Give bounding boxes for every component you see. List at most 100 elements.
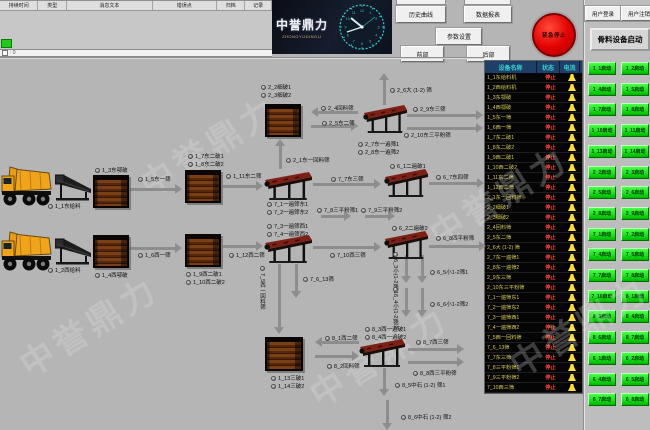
status-dot-icon xyxy=(267,224,272,229)
start-button[interactable]: 6_7启动 xyxy=(588,393,616,406)
ammeter-icon[interactable] xyxy=(568,254,576,261)
jaw-crusher-box[interactable] xyxy=(185,170,221,203)
equipment-label-text: 7_5西一回料筛 xyxy=(258,273,266,310)
start-button[interactable]: 6_5启动 xyxy=(621,373,649,386)
belt-conveyor[interactable] xyxy=(263,234,313,262)
aggregate-start-title: 骨料设备启动 xyxy=(590,28,650,51)
ammeter-icon[interactable] xyxy=(568,274,576,281)
start-button[interactable]: 6_4启动 xyxy=(588,373,616,386)
flow-arrow xyxy=(274,264,284,334)
status-dot-icon xyxy=(267,202,272,207)
status-dot-icon xyxy=(365,335,370,340)
partial-button[interactable] xyxy=(464,0,511,5)
start-button[interactable]: 1_4启动 xyxy=(588,83,616,96)
equipment-label: 1_12西二筛 xyxy=(229,251,265,259)
start-button[interactable]: 2_6启动 xyxy=(621,186,649,199)
ammeter-icon[interactable] xyxy=(568,94,576,101)
data-report-button[interactable]: 数据报表 xyxy=(464,6,512,23)
ammeter-icon[interactable] xyxy=(568,284,576,291)
device-row: 1_1东给料机停止 xyxy=(485,73,582,83)
ammeter-icon[interactable] xyxy=(568,84,576,91)
ammeter-icon[interactable] xyxy=(568,114,576,121)
ammeter-icon[interactable] xyxy=(568,144,576,151)
front-section-button[interactable]: 前部 xyxy=(401,46,444,62)
start-button[interactable]: 6_8启动 xyxy=(621,393,649,406)
device-status: 停止 xyxy=(539,114,562,121)
divider xyxy=(0,57,484,58)
ammeter-icon[interactable] xyxy=(568,194,576,201)
flow-arrow xyxy=(429,241,486,251)
status-dot-icon xyxy=(358,142,363,147)
jaw-crusher-box[interactable] xyxy=(185,234,221,267)
equipment-label-text: 2_1东一回料筛 xyxy=(293,156,330,164)
ammeter-icon[interactable] xyxy=(568,384,576,391)
start-button[interactable]: 6_2启动 xyxy=(621,352,649,365)
start-button[interactable]: 1_10启动 xyxy=(588,124,616,137)
equipment-label: 7_8三平粉筛1 xyxy=(317,206,358,214)
jaw-crusher-box[interactable] xyxy=(265,104,301,137)
ammeter-icon[interactable] xyxy=(568,184,576,191)
start-button[interactable]: 7_5启动 xyxy=(621,248,649,261)
start-button[interactable]: 1_2启动 xyxy=(621,62,649,75)
start-button[interactable]: 1_8启动 xyxy=(621,103,649,116)
user-logout-button[interactable]: 用户注销 xyxy=(621,6,650,21)
ammeter-icon[interactable] xyxy=(568,214,576,221)
equipment-label-text: 7_8三平粉筛1 xyxy=(324,206,358,214)
status-dot-icon xyxy=(436,236,441,241)
equipment-label-text: 1_11东二筛 xyxy=(233,172,261,180)
start-button[interactable]: 2_3启动 xyxy=(621,166,649,179)
belt-conveyor[interactable] xyxy=(263,171,313,199)
status-dot-icon xyxy=(267,210,272,215)
equipment-label-text: 2_5东二筛 xyxy=(329,119,355,127)
history-curve-button[interactable]: 历史曲线 xyxy=(396,6,446,23)
svg-text:10: 10 xyxy=(346,17,350,21)
device-current-cell xyxy=(562,244,582,251)
start-button[interactable]: 7_1启动 xyxy=(588,228,616,241)
jaw-crusher-box[interactable] xyxy=(265,337,303,371)
ammeter-icon[interactable] xyxy=(568,374,576,381)
device-name: 1_6西一筛 xyxy=(485,124,539,131)
equipment-label: 2_3细破2 xyxy=(261,91,291,99)
ammeter-icon[interactable] xyxy=(568,364,576,371)
start-button[interactable]: 1_7启动 xyxy=(588,103,616,116)
start-button[interactable]: 1_1启动 xyxy=(588,62,616,75)
belt-conveyor[interactable] xyxy=(383,230,429,260)
start-button[interactable]: 8_7启动 xyxy=(621,331,649,344)
jaw-crusher-box[interactable] xyxy=(93,175,129,208)
ammeter-icon[interactable] xyxy=(568,244,576,251)
belt-conveyor[interactable] xyxy=(358,338,406,369)
partial-button[interactable] xyxy=(396,0,446,5)
param-settings-button[interactable]: 参数设置 xyxy=(436,28,482,45)
device-status: 停止 xyxy=(539,124,562,131)
equipment-label: 8_1西二筛 xyxy=(325,334,358,342)
start-button[interactable]: 7_4启动 xyxy=(588,248,616,261)
ammeter-icon[interactable] xyxy=(568,204,576,211)
start-button[interactable]: 2_9启动 xyxy=(621,207,649,220)
ammeter-icon[interactable] xyxy=(568,264,576,271)
ammeter-icon[interactable] xyxy=(568,124,576,131)
start-button[interactable]: 1_14启动 xyxy=(621,145,649,158)
ammeter-icon[interactable] xyxy=(568,154,576,161)
start-button[interactable]: 7_2启动 xyxy=(621,228,649,241)
ammeter-icon[interactable] xyxy=(568,234,576,241)
emergency-stop-button[interactable]: 紧急停止 xyxy=(532,13,576,57)
belt-conveyor[interactable] xyxy=(362,104,408,138)
start-button[interactable]: 2_2启动 xyxy=(588,166,616,179)
belt-conveyor[interactable] xyxy=(383,168,429,198)
equipment-label: 8_2回料筛 xyxy=(327,362,360,370)
ammeter-icon[interactable] xyxy=(568,224,576,231)
start-button[interactable]: 2_5启动 xyxy=(588,186,616,199)
equipment-label-text: 1_10西二破2 xyxy=(193,278,225,286)
start-button[interactable]: 2_8启动 xyxy=(588,207,616,220)
device-status: 停止 xyxy=(539,74,562,81)
ammeter-icon[interactable] xyxy=(568,104,576,111)
start-button[interactable]: 6_1启动 xyxy=(588,352,616,365)
start-button[interactable]: 1_5启动 xyxy=(621,83,649,96)
start-button[interactable]: 1_13启动 xyxy=(588,145,616,158)
start-button[interactable]: 1_11启动 xyxy=(621,124,649,137)
user-login-button[interactable]: 用户登录 xyxy=(585,6,621,21)
jaw-crusher-box[interactable] xyxy=(93,235,129,268)
equipment-label-text: 2_4回料筛 xyxy=(328,104,354,112)
ammeter-icon[interactable] xyxy=(568,134,576,141)
ammeter-icon[interactable] xyxy=(568,74,576,81)
